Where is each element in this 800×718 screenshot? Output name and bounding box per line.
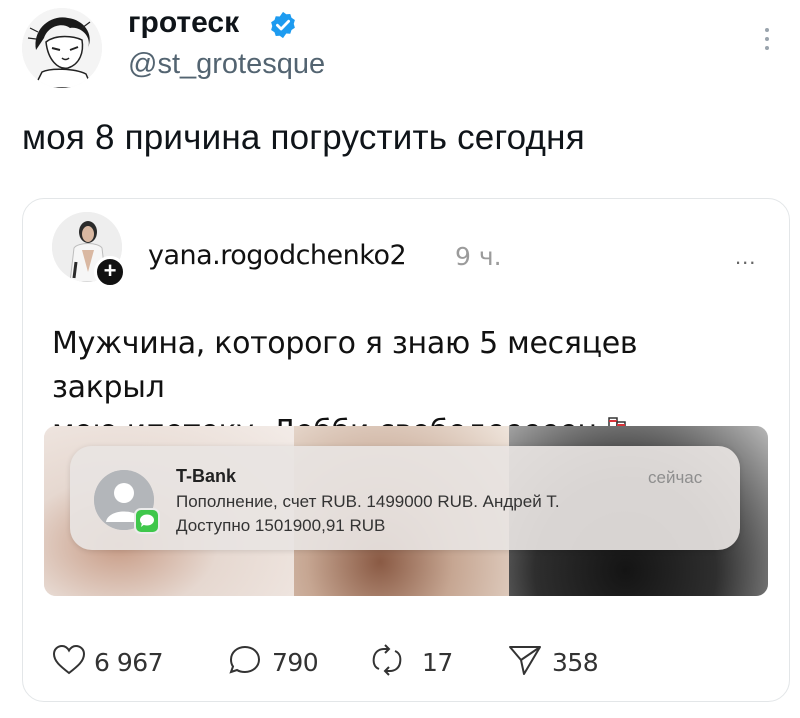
notification-title: T-Bank: [176, 466, 237, 486]
quoted-text-line1: Мужчина, которого я знаю 5 месяцев закры…: [52, 326, 638, 405]
quoted-more-icon[interactable]: ...: [735, 244, 756, 270]
share-count: 358: [552, 648, 599, 677]
tweet-text: моя 8 причина погрустить сегодня: [22, 118, 585, 157]
send-icon: [509, 646, 541, 675]
messages-app-icon: [134, 508, 160, 534]
quoted-username[interactable]: yana.rogodchenko2: [148, 240, 407, 271]
repost-count: 17: [422, 648, 453, 677]
notification-line2: Доступно 1501900,91 RUB: [176, 516, 386, 535]
author-handle[interactable]: @st_grotesque: [128, 48, 325, 81]
like-count: 6 967: [94, 648, 164, 677]
repost-icon: [372, 644, 402, 676]
heart-icon: [52, 644, 86, 675]
verified-badge-icon: [271, 11, 295, 39]
comment-icon: [229, 645, 261, 674]
notification-line1: Пополнение, счет RUB. 1499000 RUB. Андре…: [176, 492, 560, 511]
share-button[interactable]: 358: [508, 644, 608, 678]
author-name[interactable]: гротеск: [128, 6, 239, 40]
comment-count: 790: [272, 648, 319, 677]
more-vertical-icon[interactable]: [762, 28, 772, 58]
like-button[interactable]: 6 967: [52, 644, 182, 678]
quoted-time: 9 ч.: [455, 242, 502, 271]
comment-button[interactable]: 790: [228, 644, 328, 678]
notification-time: сейчас: [648, 468, 703, 487]
follow-plus-icon[interactable]: +: [94, 256, 126, 288]
repost-button[interactable]: 17: [370, 644, 460, 678]
author-avatar[interactable]: [22, 8, 102, 88]
